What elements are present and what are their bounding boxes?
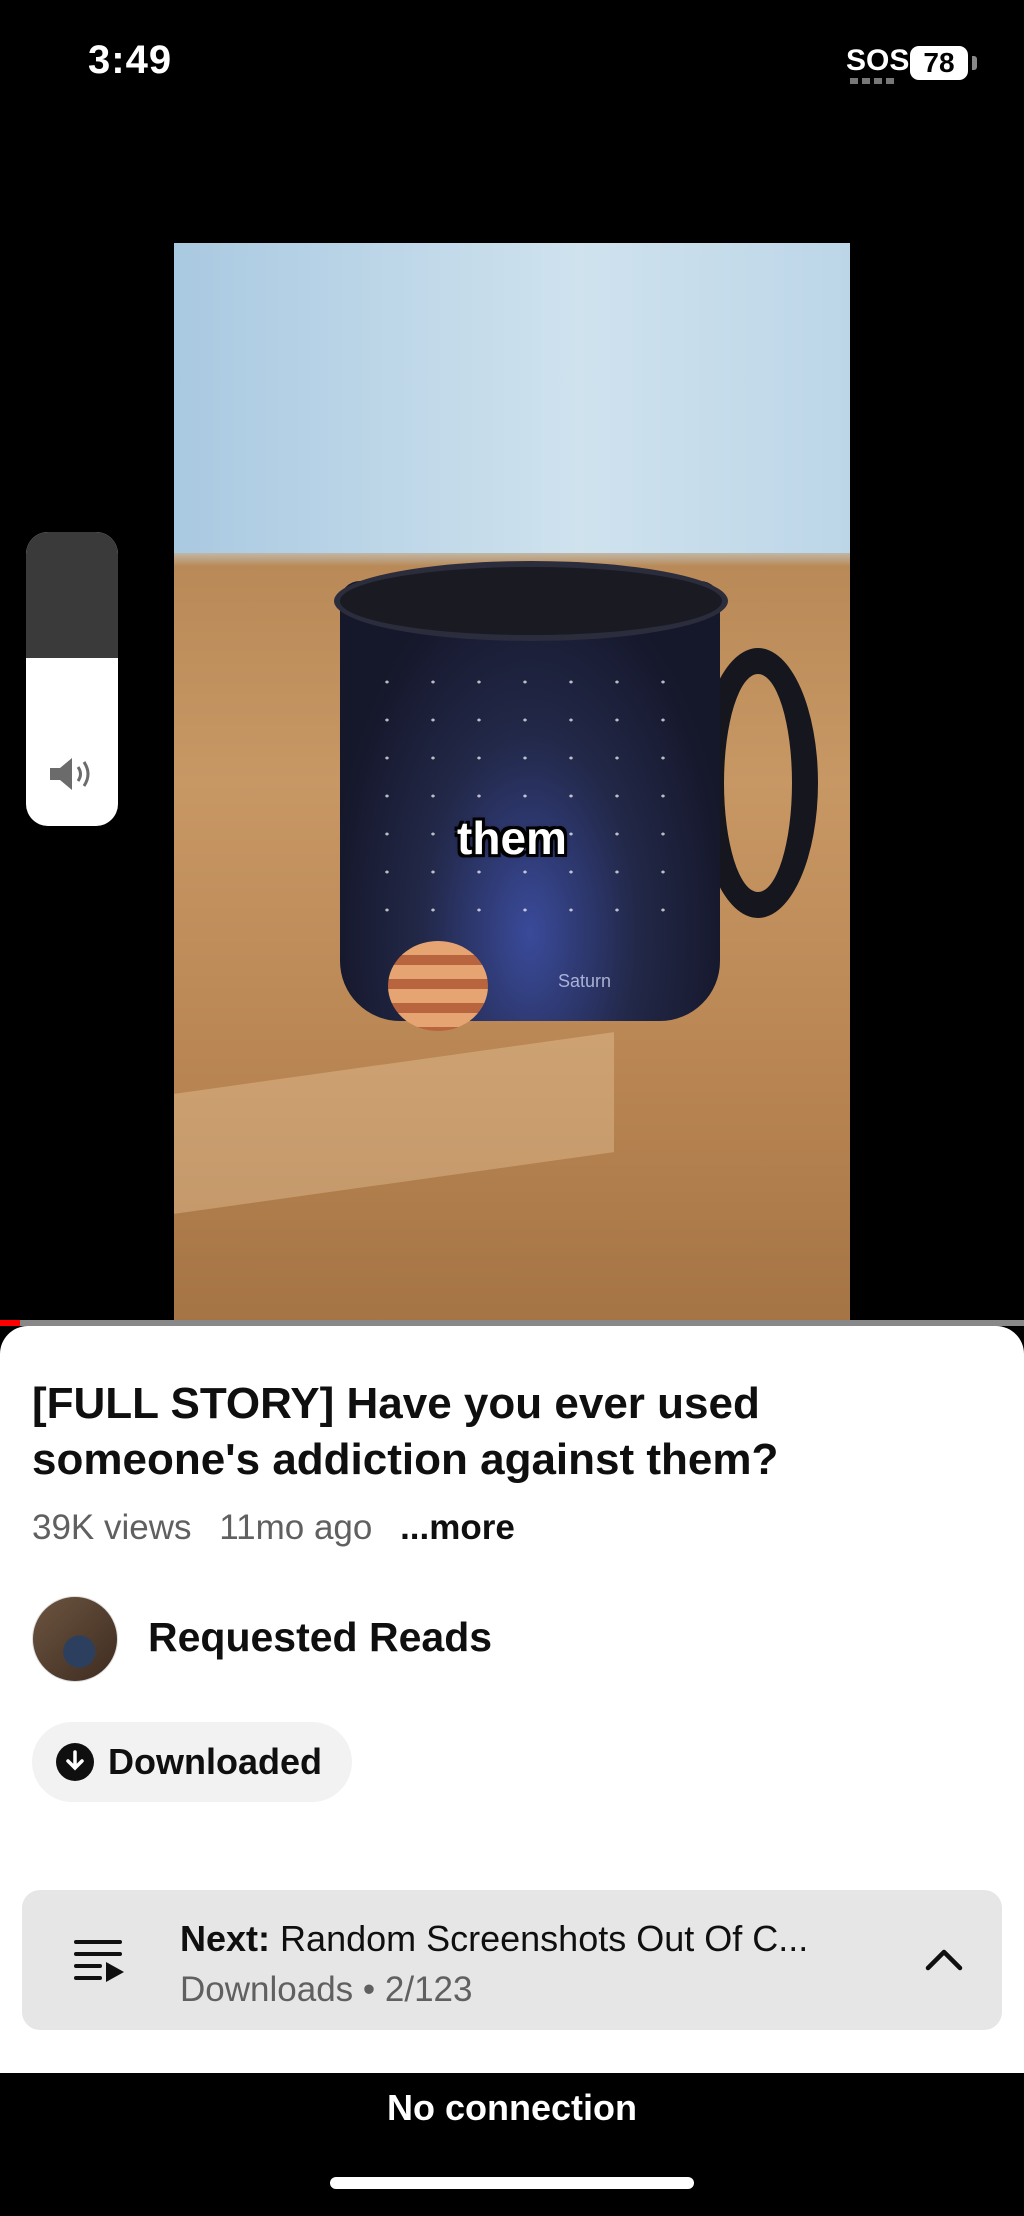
- next-video-line: Next: Random Screenshots Out Of C...: [180, 1918, 900, 1960]
- volume-slider-empty: [26, 532, 118, 659]
- battery-cap: [972, 56, 977, 70]
- mug-rim: [334, 561, 728, 641]
- downloaded-label: Downloaded: [108, 1741, 322, 1782]
- signal-dots-icon: [850, 78, 894, 84]
- no-connection-banner: No connection: [0, 2073, 1024, 2216]
- view-count: 39K views: [32, 1508, 192, 1547]
- volume-slider[interactable]: [26, 532, 118, 826]
- video-frame[interactable]: Saturn them: [174, 243, 850, 1440]
- no-connection-text: No connection: [387, 2087, 637, 2128]
- battery-icon: 78: [910, 46, 968, 80]
- channel-name[interactable]: Requested Reads: [148, 1614, 492, 1661]
- downloaded-button[interactable]: Downloaded: [32, 1722, 352, 1802]
- video-title[interactable]: [FULL STORY] Have you ever used someone'…: [32, 1376, 972, 1488]
- video-background-wall: [174, 243, 850, 553]
- next-video-title: Random Screenshots Out Of C...: [280, 1918, 809, 1959]
- next-playlist-info: Downloads • 2/123: [180, 1970, 472, 2010]
- mug-label: Saturn: [558, 971, 612, 991]
- mug-stars: [364, 663, 694, 923]
- video-caption: them: [457, 812, 567, 864]
- channel-avatar[interactable]: [32, 1596, 118, 1682]
- playlist-name: Downloads: [180, 1970, 354, 2009]
- download-check-icon: [56, 1743, 94, 1781]
- sos-indicator: SOS: [846, 44, 910, 77]
- video-meta[interactable]: 39K views 11mo ago ...more: [32, 1508, 533, 1548]
- more-link[interactable]: ...more: [400, 1508, 515, 1547]
- upload-age: 11mo ago: [219, 1508, 373, 1547]
- video-table-highlight: [174, 1032, 614, 1214]
- status-bar: 3:49 SOS 78: [0, 0, 1024, 120]
- separator-dot: •: [362, 1970, 385, 2009]
- chevron-up-icon[interactable]: [914, 1930, 974, 1990]
- status-time: 3:49: [88, 38, 173, 82]
- next-up-bar[interactable]: Next: Random Screenshots Out Of C... Dow…: [22, 1890, 1002, 2030]
- speaker-icon: [46, 754, 98, 804]
- playlist-position: 2/123: [384, 1970, 473, 2009]
- video-progress-fill: [0, 1320, 21, 1326]
- home-indicator[interactable]: [330, 2177, 694, 2189]
- mug-planet: [388, 941, 488, 1031]
- playlist-play-icon: [72, 1932, 128, 1988]
- next-prefix: Next:: [180, 1918, 271, 1959]
- video-player[interactable]: Saturn them: [0, 120, 1024, 1440]
